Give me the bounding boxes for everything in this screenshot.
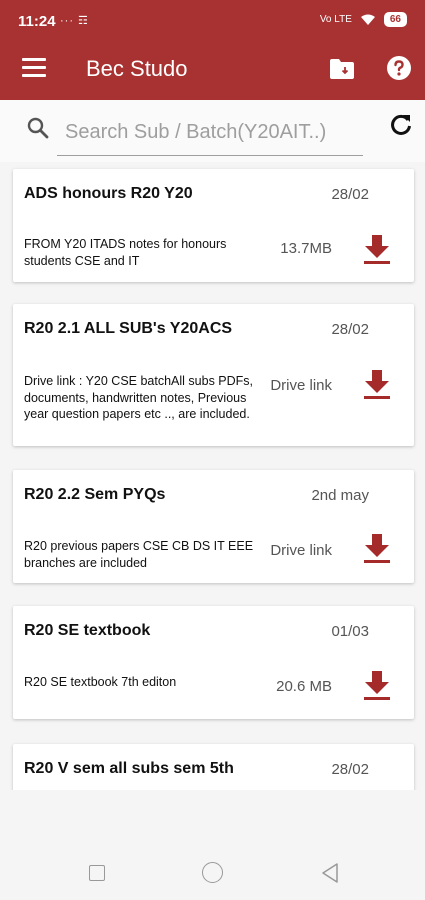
item-size: 13.7MB (280, 240, 332, 257)
item-description: FROM Y20 ITADS notes for honours student… (24, 237, 227, 268)
folder-download-icon[interactable] (329, 58, 355, 80)
search-input[interactable] (57, 110, 363, 156)
system-navigation-bar (0, 838, 425, 900)
status-bar: 11:24 ··· ☶ Vo LTE 66 (0, 0, 425, 44)
wifi-icon (360, 14, 375, 25)
list-item[interactable]: R20 V sem all subs sem 5th 28/02 (13, 744, 414, 790)
download-icon[interactable] (362, 532, 392, 564)
item-title: R20 2.2 Sem PYQs (24, 486, 166, 503)
refresh-icon[interactable] (388, 112, 414, 138)
menu-icon[interactable] (22, 58, 46, 80)
list-item[interactable]: R20 2.1 ALL SUB's Y20ACS 28/02 Drive lin… (13, 304, 414, 446)
item-title: ADS honours R20 Y20 (24, 185, 193, 202)
download-icon[interactable] (362, 233, 392, 265)
status-right-indicators: Vo LTE 66 (320, 12, 407, 27)
upload-list: ADS honours R20 Y20 28/02 FROM Y20 ITADS… (0, 162, 425, 790)
list-item[interactable]: R20 SE textbook 01/03 R20 SE textbook 7t… (13, 606, 414, 719)
item-size: Drive link (270, 542, 332, 559)
back-button[interactable] (320, 862, 340, 884)
search-bar (0, 100, 425, 162)
app-title: Bec Studo (86, 56, 188, 81)
help-icon[interactable] (386, 55, 412, 81)
item-description: R20 SE textbook 7th editon (24, 675, 177, 689)
download-icon[interactable] (362, 368, 392, 400)
download-icon[interactable] (362, 669, 392, 701)
status-time: 11:24 (18, 13, 56, 30)
item-title: R20 SE textbook (24, 622, 151, 639)
list-item[interactable]: ADS honours R20 Y20 28/02 FROM Y20 ITADS… (13, 169, 414, 282)
search-icon (27, 117, 49, 139)
item-size: Drive link (270, 377, 332, 394)
item-title: R20 2.1 ALL SUB's Y20ACS (24, 320, 233, 337)
item-description: R20 previous papers CSE CB DS IT EEE bra… (24, 539, 254, 570)
item-description: Drive link : Y20 CSE batchAll subs PDFs,… (24, 374, 254, 421)
status-notification-icons: ··· ☶ (60, 15, 89, 27)
item-date: 01/03 (331, 623, 369, 640)
item-date: 2nd may (311, 487, 369, 504)
item-date: 28/02 (331, 186, 369, 203)
recent-apps-button[interactable] (89, 865, 105, 881)
item-date: 28/02 (331, 321, 369, 338)
item-date: 28/02 (331, 761, 369, 778)
network-label: Vo LTE (319, 14, 352, 25)
item-title: R20 V sem all subs sem 5th (24, 760, 234, 777)
app-bar: Bec Studo (0, 44, 425, 100)
item-size: 20.6 MB (276, 678, 332, 695)
list-item[interactable]: R20 2.2 Sem PYQs 2nd may R20 previous pa… (13, 470, 414, 583)
battery-icon: 66 (383, 12, 407, 27)
home-button[interactable] (202, 862, 223, 883)
